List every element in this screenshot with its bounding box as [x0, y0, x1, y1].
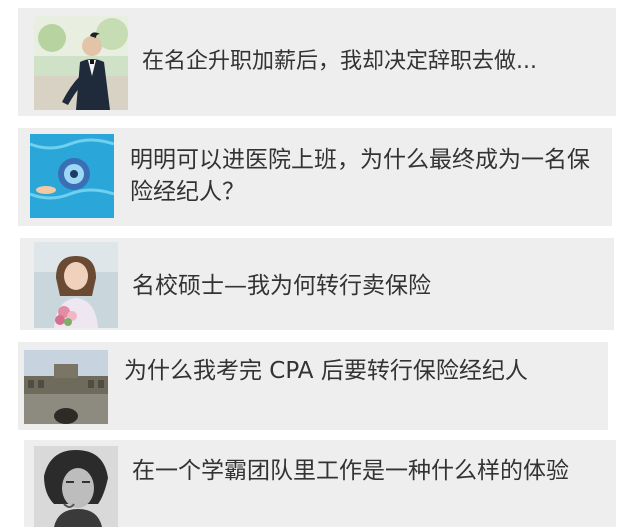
article-title: 为什么我考完 CPA 后要转行保险经纪人 — [124, 358, 528, 384]
article-title: 名校硕士—我为何转行卖保险 — [132, 273, 431, 299]
article-card[interactable]: 明明可以进医院上班，为什么最终成为一名保险经纪人？ — [18, 128, 612, 226]
article-thumbnail — [34, 16, 128, 110]
previous-content-edge — [0, 0, 640, 6]
article-thumbnail — [30, 134, 114, 218]
article-thumbnail — [34, 242, 118, 328]
article-card[interactable]: 为什么我考完 CPA 后要转行保险经纪人 — [18, 342, 608, 430]
article-title: 在名企升职加薪后，我却决定辞职去做... — [142, 49, 537, 74]
article-title: 在一个学霸团队里工作是一种什么样的体验 — [132, 458, 569, 484]
article-title: 明明可以进医院上班，为什么最终成为一名保险经纪人？ — [130, 147, 590, 205]
article-thumbnail — [34, 446, 118, 527]
man-in-suit-icon — [34, 16, 128, 110]
woman-with-flowers-icon — [34, 242, 118, 328]
swimming-pool-icon — [30, 134, 114, 218]
article-card[interactable]: 在名企升职加薪后，我却决定辞职去做... — [18, 8, 616, 116]
article-card[interactable]: 在一个学霸团队里工作是一种什么样的体验 — [24, 440, 616, 527]
building-icon — [24, 350, 108, 424]
bw-portrait-icon — [34, 446, 118, 527]
article-thumbnail — [24, 350, 108, 424]
article-card[interactable]: 名校硕士—我为何转行卖保险 — [20, 238, 614, 330]
